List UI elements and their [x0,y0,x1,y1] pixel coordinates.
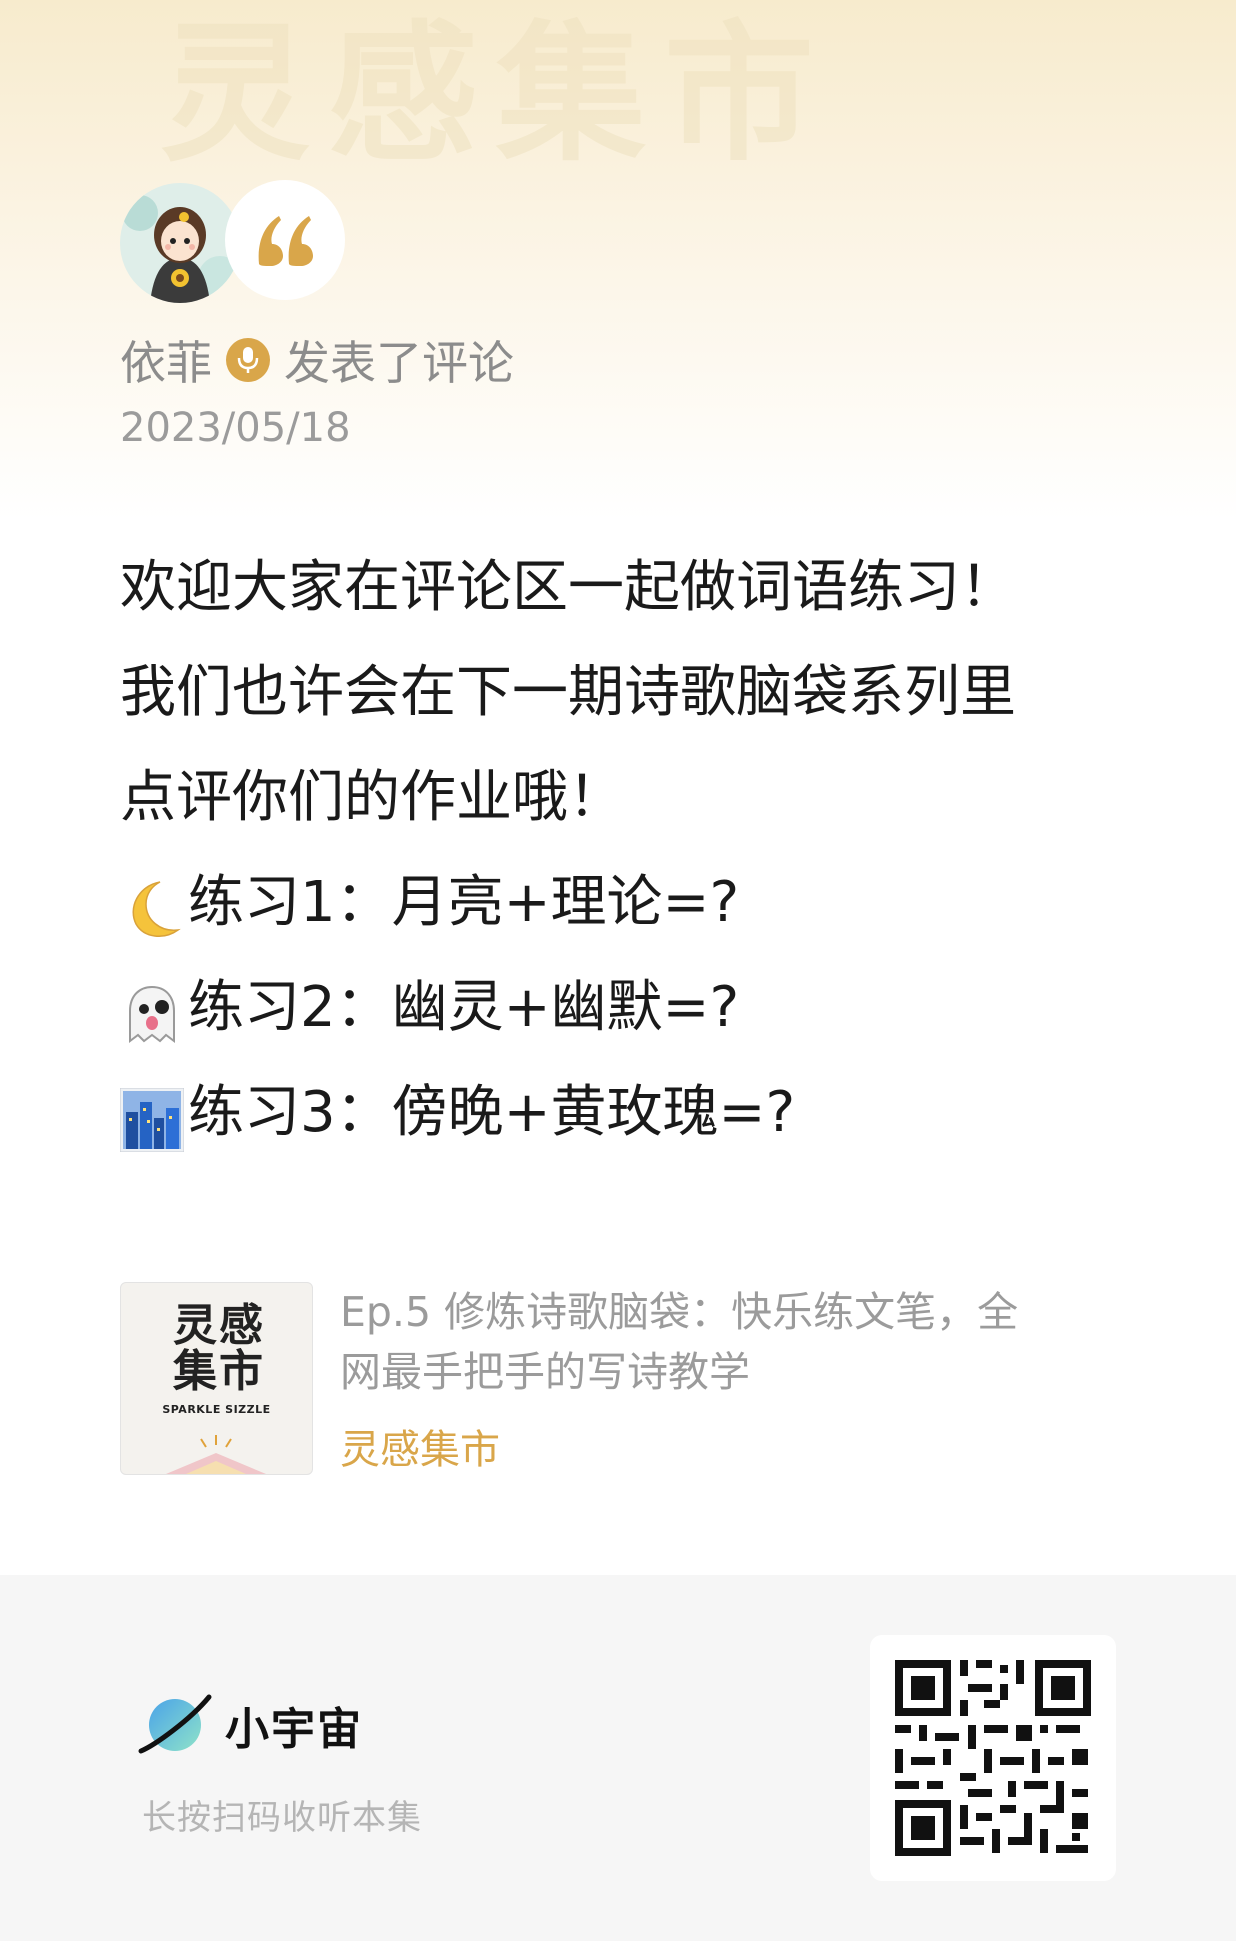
header-watermark: 灵感集市 [160,10,833,180]
content-line: 点评你们的作业哦！ [120,765,624,830]
author-action: 发表了评论 [284,336,514,390]
quote-icon [225,180,345,300]
exercise-item: 练习2：幽灵+幽默=? [120,955,1120,1060]
planet-logo-icon [138,1694,212,1754]
cover-subtitle: SPARKLE SIZZLE [162,1403,271,1416]
exercise-item: 练习3：傍晚+黄玫瑰=? [119,1060,1120,1165]
ghost-icon [120,976,184,1043]
qr-code-icon [895,1660,1091,1856]
cover-title: 灵感集市 [173,1303,269,1395]
exercise-text: 练习2：幽灵+幽默=? [188,975,740,1040]
app-name: 小宇宙 [225,1704,363,1755]
content-line: 欢迎大家在评论区一起做词语练习！ [120,555,1016,620]
exercise-item: 练习1：月亮+理论=? [120,850,1120,955]
content-line: 我们也许会在下一期诗歌脑袋系列里 [120,660,1016,725]
microphone-badge-icon [226,338,270,382]
crescent-moon-icon [120,871,184,937]
exercise-text: 练习3：傍晚+黄玫瑰=? [188,1080,796,1145]
post-date: 2023/05/18 [120,405,351,451]
scan-hint: 长按扫码收听本集 [142,1798,422,1838]
author-row: 依菲 发表了评论 [120,328,514,392]
app-brand: 小宇宙 [135,1685,363,1765]
cover-sunrise-icon [166,1435,266,1474]
cover-title-text: 灵感集市 [173,1300,265,1397]
podcast-name[interactable]: 灵感集市 [340,1417,500,1475]
episode-cover[interactable]: 灵感集市 SPARKLE SIZZLE [120,1282,313,1475]
author-avatar[interactable] [120,183,240,303]
episode-title[interactable]: Ep.5 修炼诗歌脑袋：快乐练文笔，全网最手把手的写诗教学 [340,1282,1040,1402]
qr-code[interactable] [870,1635,1116,1881]
cityscape-at-dusk-icon [119,1081,185,1152]
post-content: 欢迎大家在评论区一起做词语练习！ 我们也许会在下一期诗歌脑袋系列里 点评你们的作… [119,535,1120,1165]
exercise-text: 练习1：月亮+理论=? [188,870,740,935]
episode-card[interactable]: 灵感集市 SPARKLE SIZZLE Ep.5 修炼诗歌脑袋：快乐练文笔，全网… [120,1282,1120,1475]
share-footer: 小宇宙 长按扫码收听本集 [0,1575,1236,1941]
author-name[interactable]: 依菲 [120,327,212,393]
